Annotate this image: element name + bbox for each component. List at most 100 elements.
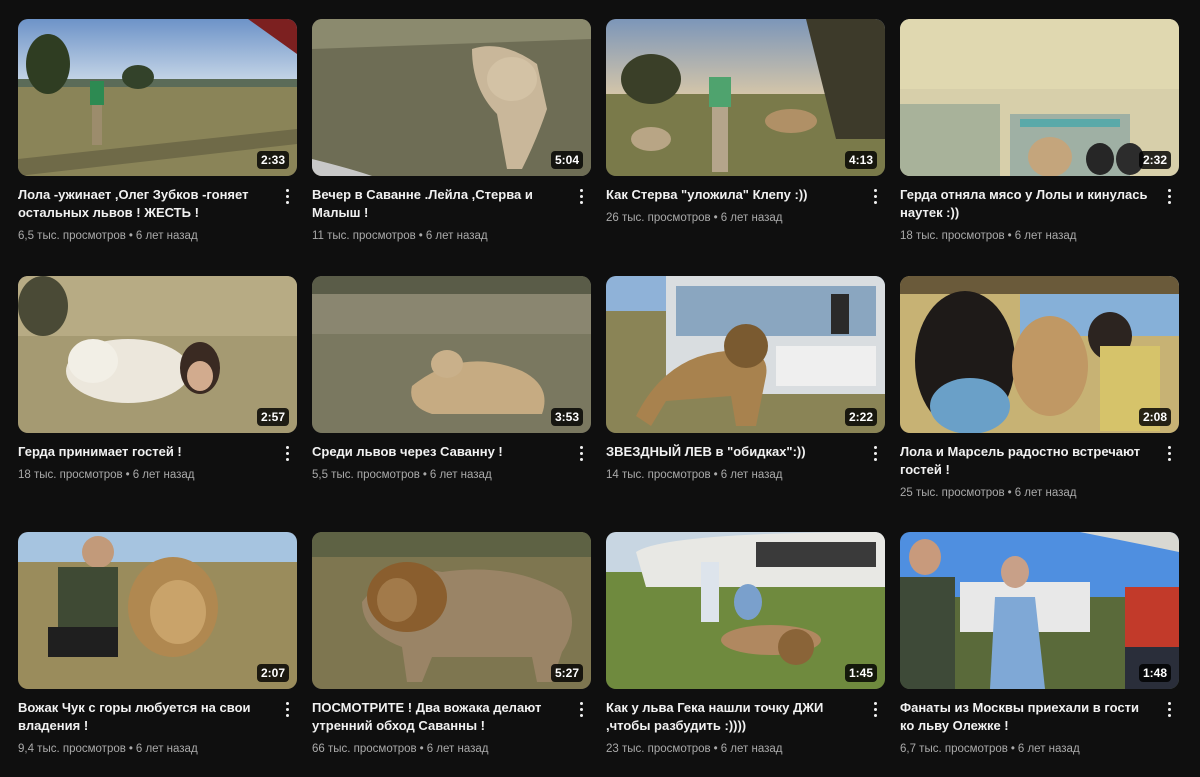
video-title[interactable]: ПОСМОТРИТЕ ! Два вожака делают утренний …	[312, 699, 565, 735]
video-card[interactable]: 2:08 Лола и Марсель радостно встречают г…	[900, 276, 1179, 501]
separator-dot: •	[1007, 230, 1012, 242]
video-card[interactable]: 2:22 ЗВЕЗДНЫЙ ЛЕВ в "обидках":)) 14 тыс.…	[606, 276, 885, 483]
separator-dot: •	[1010, 743, 1015, 755]
kebab-vertical-icon[interactable]	[279, 186, 295, 206]
view-count: 5,5 тыс. просмотров	[312, 469, 420, 481]
upload-age: 6 лет назад	[720, 212, 783, 224]
view-count: 6,7 тыс. просмотров	[900, 743, 1008, 755]
video-thumbnail[interactable]: 2:08	[900, 276, 1179, 433]
video-thumbnail[interactable]: 1:48	[900, 532, 1179, 689]
video-title[interactable]: Лола -ужинает ,Олег Зубков -гоняет остал…	[18, 186, 271, 222]
kebab-vertical-icon[interactable]	[279, 699, 295, 719]
upload-age: 6 лет назад	[720, 743, 783, 755]
video-stats: 6,5 тыс. просмотров • 6 лет назад	[18, 228, 271, 244]
view-count: 11 тыс. просмотров	[312, 230, 416, 242]
video-title[interactable]: Лола и Марсель радостно встречают гостей…	[900, 443, 1153, 479]
separator-dot: •	[422, 469, 427, 481]
view-count: 6,5 тыс. просмотров	[18, 230, 126, 242]
separator-dot: •	[128, 230, 133, 242]
video-title[interactable]: Как Стерва "уложила" Клепу :))	[606, 186, 859, 204]
kebab-vertical-icon[interactable]	[867, 699, 883, 719]
video-thumbnail[interactable]: 5:27	[312, 532, 591, 689]
video-duration: 5:27	[550, 664, 583, 682]
video-title[interactable]: Как у льва Гека нашли точку ДЖИ ,чтобы р…	[606, 699, 859, 735]
video-thumbnail[interactable]: 2:07	[18, 532, 297, 689]
upload-age: 6 лет назад	[1014, 487, 1077, 499]
video-title[interactable]: Герда принимает гостей !	[18, 443, 271, 461]
kebab-vertical-icon[interactable]	[573, 443, 589, 463]
video-card[interactable]: 3:53 Среди львов через Саванну ! 5,5 тыс…	[312, 276, 591, 483]
video-duration: 2:32	[1138, 151, 1171, 169]
video-grid: 2:33 Лола -ужинает ,Олег Зубков -гоняет …	[0, 0, 1200, 777]
video-stats: 14 тыс. просмотров • 6 лет назад	[606, 467, 859, 483]
video-card[interactable]: 2:57 Герда принимает гостей ! 18 тыс. пр…	[18, 276, 297, 483]
view-count: 66 тыс. просмотров	[312, 743, 417, 755]
video-stats: 66 тыс. просмотров • 6 лет назад	[312, 741, 565, 757]
video-title[interactable]: Вожак Чук с горы любуется на свои владен…	[18, 699, 271, 735]
upload-age: 6 лет назад	[135, 230, 198, 242]
video-thumbnail[interactable]: 4:13	[606, 19, 885, 176]
view-count: 25 тыс. просмотров	[900, 487, 1005, 499]
upload-age: 6 лет назад	[426, 743, 489, 755]
kebab-vertical-icon[interactable]	[867, 186, 883, 206]
upload-age: 6 лет назад	[425, 230, 488, 242]
video-stats: 26 тыс. просмотров • 6 лет назад	[606, 210, 859, 226]
video-thumbnail[interactable]: 1:45	[606, 532, 885, 689]
video-duration: 3:53	[550, 408, 583, 426]
upload-age: 6 лет назад	[1017, 743, 1080, 755]
video-stats: 18 тыс. просмотров • 6 лет назад	[18, 467, 271, 483]
video-duration: 1:48	[1138, 664, 1171, 682]
video-title[interactable]: Герда отняла мясо у Лолы и кинулась наут…	[900, 186, 1153, 222]
view-count: 18 тыс. просмотров	[18, 469, 123, 481]
video-title[interactable]: Вечер в Саванне .Лейла ,Стерва и Малыш !	[312, 186, 565, 222]
video-card[interactable]: 4:13 Как Стерва "уложила" Клепу :)) 26 т…	[606, 19, 885, 226]
video-stats: 9,4 тыс. просмотров • 6 лет назад	[18, 741, 271, 757]
kebab-vertical-icon[interactable]	[1161, 186, 1177, 206]
video-duration: 2:07	[256, 664, 289, 682]
video-card[interactable]: 2:32 Герда отняла мясо у Лолы и кинулась…	[900, 19, 1179, 244]
kebab-vertical-icon[interactable]	[1161, 443, 1177, 463]
view-count: 26 тыс. просмотров	[606, 212, 711, 224]
kebab-vertical-icon[interactable]	[279, 443, 295, 463]
view-count: 23 тыс. просмотров	[606, 743, 711, 755]
video-duration: 2:33	[256, 151, 289, 169]
kebab-vertical-icon[interactable]	[573, 699, 589, 719]
separator-dot: •	[713, 743, 718, 755]
video-card[interactable]: 1:48 Фанаты из Москвы приехали в гости к…	[900, 532, 1179, 757]
video-thumbnail[interactable]: 2:33	[18, 19, 297, 176]
video-thumbnail[interactable]: 3:53	[312, 276, 591, 433]
video-thumbnail[interactable]: 2:22	[606, 276, 885, 433]
kebab-vertical-icon[interactable]	[867, 443, 883, 463]
kebab-vertical-icon[interactable]	[573, 186, 589, 206]
video-thumbnail[interactable]: 5:04	[312, 19, 591, 176]
video-card[interactable]: 2:07 Вожак Чук с горы любуется на свои в…	[18, 532, 297, 757]
video-thumbnail[interactable]: 2:57	[18, 276, 297, 433]
video-stats: 6,7 тыс. просмотров • 6 лет назад	[900, 741, 1153, 757]
video-title[interactable]: Фанаты из Москвы приехали в гости ко льв…	[900, 699, 1153, 735]
upload-age: 6 лет назад	[1014, 230, 1077, 242]
video-stats: 25 тыс. просмотров • 6 лет назад	[900, 485, 1153, 501]
view-count: 14 тыс. просмотров	[606, 469, 711, 481]
video-card[interactable]: 5:27 ПОСМОТРИТЕ ! Два вожака делают утре…	[312, 532, 591, 757]
video-duration: 2:57	[256, 408, 289, 426]
video-title[interactable]: ЗВЕЗДНЫЙ ЛЕВ в "обидках":))	[606, 443, 859, 461]
video-card[interactable]: 5:04 Вечер в Саванне .Лейла ,Стерва и Ма…	[312, 19, 591, 244]
separator-dot: •	[713, 212, 718, 224]
video-card[interactable]: 2:33 Лола -ужинает ,Олег Зубков -гоняет …	[18, 19, 297, 244]
view-count: 9,4 тыс. просмотров	[18, 743, 126, 755]
video-stats: 23 тыс. просмотров • 6 лет назад	[606, 741, 859, 757]
video-stats: 5,5 тыс. просмотров • 6 лет назад	[312, 467, 565, 483]
view-count: 18 тыс. просмотров	[900, 230, 1005, 242]
video-duration: 1:45	[844, 664, 877, 682]
upload-age: 6 лет назад	[720, 469, 783, 481]
video-stats: 18 тыс. просмотров • 6 лет назад	[900, 228, 1153, 244]
upload-age: 6 лет назад	[132, 469, 195, 481]
separator-dot: •	[419, 743, 424, 755]
kebab-vertical-icon[interactable]	[1161, 699, 1177, 719]
video-title[interactable]: Среди львов через Саванну !	[312, 443, 565, 461]
upload-age: 6 лет назад	[135, 743, 198, 755]
separator-dot: •	[713, 469, 718, 481]
video-card[interactable]: 1:45 Как у льва Гека нашли точку ДЖИ ,чт…	[606, 532, 885, 757]
separator-dot: •	[128, 743, 133, 755]
video-thumbnail[interactable]: 2:32	[900, 19, 1179, 176]
